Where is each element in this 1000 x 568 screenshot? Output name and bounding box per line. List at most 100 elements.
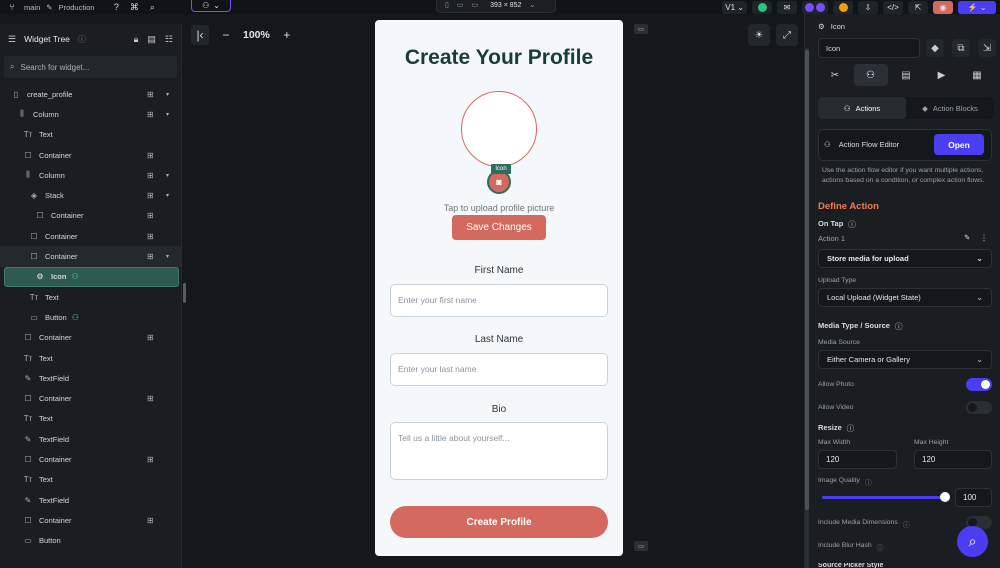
code-icon[interactable]: </> [883,0,903,14]
info-icon[interactable]: ⓘ [847,423,855,434]
add-child-icon[interactable]: ⊞ [147,191,154,200]
create-profile-button[interactable]: Create Profile [390,506,608,538]
tree-row-container[interactable]: ☐ Container ⊞ [0,388,181,408]
add-child-icon[interactable]: ⊞ [147,151,154,160]
tree-row-button[interactable]: ▭ Button ⚇ [0,307,181,327]
image-quality-slider-handle[interactable] [940,492,950,502]
add-child-icon[interactable]: ⊞ [147,394,154,403]
tree-row-container[interactable]: ☐ Container ⊞ [0,226,181,246]
add-child-icon[interactable]: ⊞ [147,110,154,119]
add-child-icon[interactable]: ⊞ [147,455,154,464]
tab-action-blocks[interactable]: ◆ Action Blocks [906,97,994,119]
device-selector[interactable]: ▯ ▭ ▭ 393 × 852 ⌄ [436,0,556,13]
add-child-icon[interactable]: ⊞ [147,90,154,99]
lock-icon[interactable]: 🔒︎ [134,34,139,45]
caret-down-icon[interactable]: ▾ [166,253,169,260]
zoom-out-button[interactable]: − [217,25,235,45]
right-scrollbar[interactable] [805,50,809,510]
tree-row-column[interactable]: ⫼ Column ⊞ ▾ [0,165,181,185]
caret-down-icon[interactable]: ▾ [166,91,169,98]
download-icon[interactable]: ⇩ [858,0,878,14]
caret-down-icon[interactable]: ▾ [166,172,169,179]
search-icon[interactable]: ⌕ [146,1,158,13]
tree-row-textfield[interactable]: ✎ TextField [0,368,181,388]
allow-video-toggle[interactable] [966,401,992,414]
desktop-icon[interactable]: ▭ [471,1,478,9]
info-icon[interactable]: ⓘ [78,34,86,45]
tree-row-container[interactable]: ☐ Container ⊞ [0,510,181,530]
tree-row-icon[interactable]: ⚙ Icon ⚇ [4,266,179,287]
sort-icon[interactable]: ☷ [165,34,173,45]
tablet-icon[interactable]: ▭ [457,1,464,9]
info-icon[interactable]: ⓘ [877,542,884,552]
allow-photo-toggle[interactable] [966,378,992,391]
help-icon[interactable]: ? [110,1,122,13]
action-type-dropdown[interactable]: Store media for upload ⌄ [818,249,992,268]
backend-query-tab-icon[interactable]: ▤ [889,64,923,86]
image-quality-input[interactable]: 100 [955,488,992,507]
phone-icon[interactable]: ▯ [445,1,449,9]
fullscreen-icon[interactable]: ⤢ [776,24,798,46]
tree-row-column[interactable]: ⫼ Column ⊞ ▾ [0,104,181,124]
tree-row-container[interactable]: ☐ Container ⊞ [0,328,181,348]
profile-picture-placeholder[interactable] [461,91,537,167]
layout-icon[interactable]: ▤ [147,34,156,45]
open-action-flow-button[interactable]: Open [934,134,984,155]
widget-name-input[interactable]: Icon [818,38,920,58]
tree-row-text[interactable]: Tт Text [0,470,181,490]
media-source-dropdown[interactable]: Either Camera or Gallery ⌄ [818,350,992,369]
more-icon[interactable]: ⋮ [980,233,988,242]
tree-row-stack[interactable]: ◈ Stack ⊞ ▾ [0,185,181,205]
tree-row-text[interactable]: Tт Text [0,287,181,307]
action-picker-button[interactable]: ⚇ ⌄ [191,0,231,12]
image-quality-slider-track[interactable] [822,496,946,499]
tree-row-text[interactable]: Tт Text [0,125,181,145]
docs-tab-icon[interactable]: ▦ [960,64,994,86]
check-status-icon[interactable] [752,0,772,14]
edit-icon[interactable]: ✎ [964,233,970,242]
properties-tab-icon[interactable]: ✂ [818,64,852,86]
tab-actions[interactable]: ⚇ Actions [818,97,906,119]
animation-tab-icon[interactable]: ▶ [925,64,959,86]
tree-row-container[interactable]: ☐ Container ⊞ [0,145,181,165]
command-icon[interactable]: ⌘ [128,1,140,13]
comments-icon[interactable]: ✉ [777,0,797,14]
tree-row-text[interactable]: Tт Text [0,409,181,429]
tree-row-container[interactable]: ☐ Container ⊞ [0,449,181,469]
help-search-fab[interactable]: ⌕ [957,526,988,557]
max-height-input[interactable]: 120 [914,450,992,469]
bottom-handle-icon[interactable]: ▭ [634,541,648,551]
collaborators-icon[interactable] [802,0,828,14]
caret-down-icon[interactable]: ▾ [166,111,169,118]
add-child-icon[interactable]: ⊞ [147,516,154,525]
add-child-icon[interactable]: ⊞ [147,171,154,180]
branch-info[interactable]: ⑂ main ✎ Production ? ⌘ ⌕ [6,0,158,14]
tree-row-button[interactable]: ▭ Button [0,531,181,551]
last-name-field[interactable]: Enter your last name [390,353,608,386]
tree-row-textfield[interactable]: ✎ TextField [0,490,181,510]
info-icon[interactable]: ⓘ [848,219,856,230]
max-width-input[interactable]: 120 [818,450,897,469]
widget-search-input[interactable]: ⌕ Search for widget... [4,56,177,78]
add-child-icon[interactable]: ⊞ [147,232,154,241]
export-icon[interactable]: ⇲ [978,39,996,57]
tree-row-create_profile[interactable]: ▯ create_profile ⊞ ▾ [0,84,181,104]
first-name-field[interactable]: Enter your first name [390,284,608,317]
tree-row-container[interactable]: ☐ Container ⊞ ▾ [0,246,181,267]
chevron-down-icon[interactable]: ⌄ [529,1,535,9]
actions-tab-icon[interactable]: ⚇ [853,64,888,86]
info-icon[interactable]: ⓘ [903,519,910,529]
diamond-icon[interactable]: ◆ [926,39,944,57]
share-icon[interactable]: ⇱ [908,0,928,14]
copy-icon[interactable]: ⧉ [952,39,970,57]
add-child-icon[interactable]: ⊞ [147,252,154,261]
bio-field[interactable]: Tell us a little about yourself... [390,422,608,480]
tree-row-textfield[interactable]: ✎ TextField [0,429,181,449]
run-button[interactable]: ⚡ ⌄ [958,0,996,14]
caret-down-icon[interactable]: ▾ [166,192,169,199]
collapse-panel-icon[interactable]: |‹ [191,25,209,45]
upload-type-dropdown[interactable]: Local Upload (Widget State) ⌄ [818,288,992,307]
info-icon[interactable]: ⓘ [895,321,903,332]
tree-row-container[interactable]: ☐ Container ⊞ [0,206,181,226]
user-avatar-icon[interactable] [833,0,853,14]
